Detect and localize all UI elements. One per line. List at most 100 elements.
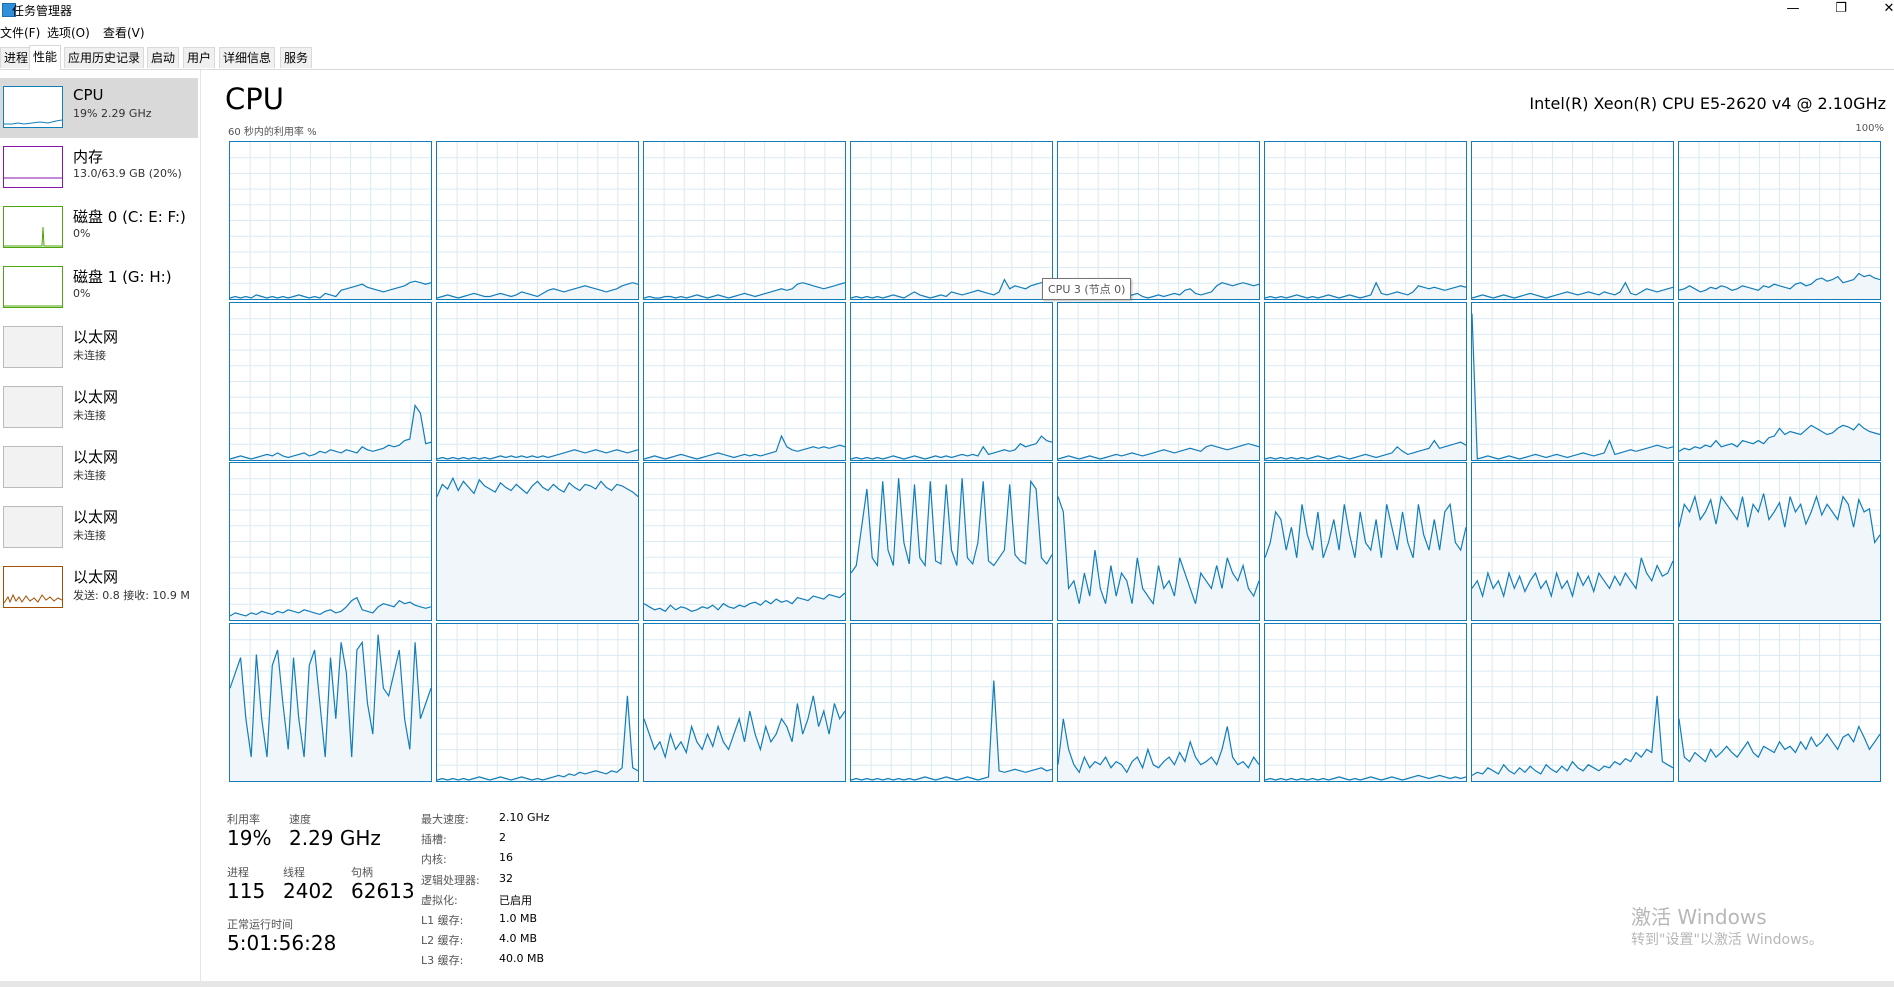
menu-file[interactable]: 文件(F) (0, 24, 40, 41)
cpu-core-graph-24[interactable] (229, 623, 432, 782)
sidebar-item-5[interactable]: 以太网 未连接 (0, 378, 198, 438)
cpu-core-graph-22[interactable] (1471, 462, 1674, 621)
core-usage-area (437, 478, 638, 620)
cpu-core-graph-25[interactable] (436, 623, 639, 782)
sidebar-thumbnail (3, 86, 63, 128)
sidebar-item-3[interactable]: 磁盘 1 (G: H:) 0% (0, 258, 198, 318)
speed-label: 速度 (289, 813, 311, 826)
close-button[interactable]: ✕ (1866, 0, 1894, 20)
spec-label: 内核: (421, 853, 447, 867)
tab-details[interactable]: 详细信息 (219, 47, 276, 68)
cpu-core-graph-13[interactable] (1264, 302, 1467, 461)
sidebar-thumbnail (3, 566, 63, 608)
sidebar-item-subtitle: 19% 2.29 GHz (73, 107, 152, 120)
cpu-core-graph-30[interactable] (1471, 623, 1674, 782)
threads-value: 2402 (283, 879, 334, 903)
spec-value: 2.10 GHz (499, 811, 550, 824)
cpu-core-graph-7[interactable] (1678, 141, 1881, 300)
cpu-core-graph-19[interactable] (850, 462, 1053, 621)
sidebar-item-subtitle: 未连接 (73, 529, 106, 542)
cpu-core-graph-21[interactable] (1264, 462, 1467, 621)
cpu-core-graph-10[interactable] (643, 302, 846, 461)
spec-label: L2 缓存: (421, 934, 464, 948)
sidebar-thumbnail (3, 386, 63, 428)
cpu-core-graph-20[interactable] (1057, 462, 1260, 621)
tab-processes[interactable]: 进程 (0, 47, 33, 68)
cpu-core-graph-4[interactable] (1057, 141, 1260, 300)
sidebar-thumbnail (3, 506, 63, 548)
handles-value: 62613 (351, 879, 415, 903)
activation-watermark-title: 激活 Windows (1631, 905, 1767, 929)
menu-options[interactable]: 选项(O) (47, 24, 90, 41)
sidebar-item-4[interactable]: 以太网 未连接 (0, 318, 198, 378)
graph-caption: 60 秒内的利用率 % (228, 127, 317, 138)
spec-label: L3 缓存: (421, 954, 464, 968)
cpu-core-graph-0[interactable] (229, 141, 432, 300)
title-bar: 任务管理器 — ❐ ✕ (0, 0, 1894, 20)
spec-value: 16 (499, 851, 513, 865)
cpu-core-graph-5[interactable] (1264, 141, 1467, 300)
tab-strip: 进程 性能 应用历史记录 启动 用户 详细信息 服务 (0, 45, 1894, 70)
maximize-button[interactable]: ❐ (1818, 0, 1864, 20)
cpu-core-graph-2[interactable] (643, 141, 846, 300)
sidebar-item-title: 以太网 (73, 508, 119, 526)
cpu-core-graph-8[interactable] (229, 302, 432, 461)
handles-label: 句柄 (351, 866, 373, 879)
spec-value: 4.0 MB (499, 932, 538, 946)
sidebar-item-8[interactable]: 以太网 发送: 0.8 接收: 10.9 M (0, 558, 198, 618)
sidebar-item-title: 以太网 (73, 448, 119, 466)
sidebar-thumbnail (3, 266, 63, 308)
sidebar-thumbnail (3, 146, 63, 188)
cpu-core-graph-15[interactable] (1678, 302, 1881, 461)
sidebar-item-title: 以太网 (73, 328, 119, 346)
cpu-core-graph-31[interactable] (1678, 623, 1881, 782)
tab-startup[interactable]: 启动 (147, 47, 180, 68)
tab-users[interactable]: 用户 (183, 47, 216, 68)
sidebar-thumbnail (3, 446, 63, 488)
sidebar-item-title: 以太网 (73, 388, 119, 406)
page-title: CPU (225, 82, 284, 116)
tab-performance[interactable]: 性能 (29, 45, 62, 70)
core-tooltip: CPU 3 (节点 0) (1042, 278, 1132, 300)
cpu-core-graph-9[interactable] (436, 302, 639, 461)
sidebar-sparkline (4, 593, 62, 604)
sidebar-item-subtitle: 13.0/63.9 GB (20%) (73, 167, 182, 180)
tab-services[interactable]: 服务 (280, 47, 313, 68)
spec-label: 插槽: (421, 833, 447, 847)
bottom-border (0, 981, 1894, 987)
cpu-core-graph-26[interactable] (643, 623, 846, 782)
uptime-label: 正常运行时间 (227, 918, 293, 931)
processes-value: 115 (227, 879, 266, 903)
sidebar-item-2[interactable]: 磁盘 0 (C: E: F:) 0% (0, 198, 198, 258)
sidebar-item-1[interactable]: 内存 13.0/63.9 GB (20%) (0, 138, 198, 198)
cpu-core-graph-28[interactable] (1057, 623, 1260, 782)
cpu-core-graph-6[interactable] (1471, 141, 1674, 300)
sidebar-item-title: 内存 (73, 148, 104, 166)
cpu-core-graph-16[interactable] (229, 462, 432, 621)
activation-watermark-hint: 转到"设置"以激活 Windows。 (1631, 932, 1823, 948)
uptime-value: 5:01:56:28 (227, 931, 337, 955)
sidebar-item-0[interactable]: CPU 19% 2.29 GHz (0, 78, 198, 138)
cpu-core-graph-29[interactable] (1264, 623, 1467, 782)
sidebar-sparkline (4, 226, 62, 247)
menu-view[interactable]: 查看(V) (103, 24, 145, 41)
cpu-core-graph-14[interactable] (1471, 302, 1674, 461)
cpu-core-graph-17[interactable] (436, 462, 639, 621)
minimize-button[interactable]: — (1770, 0, 1816, 20)
spec-value: 1.0 MB (499, 912, 538, 925)
sidebar-item-6[interactable]: 以太网 未连接 (0, 438, 198, 498)
sidebar-item-7[interactable]: 以太网 未连接 (0, 498, 198, 558)
cpu-core-graph-27[interactable] (850, 623, 1053, 782)
utilization-label: 利用率 (227, 813, 260, 826)
tab-app-history[interactable]: 应用历史记录 (64, 47, 145, 68)
cpu-core-graph-1[interactable] (436, 141, 639, 300)
sidebar-item-title: 磁盘 0 (C: E: F:) (73, 208, 186, 226)
sidebar-item-subtitle: 0% (73, 287, 91, 300)
cpu-core-graph-23[interactable] (1678, 462, 1881, 621)
cpu-core-graph-3[interactable] (850, 141, 1053, 300)
utilization-value: 19% (227, 826, 272, 850)
cpu-core-graph-12[interactable] (1057, 302, 1260, 461)
cpu-core-graph-11[interactable] (850, 302, 1053, 461)
resource-sidebar: CPU 19% 2.29 GHz 内存 13.0/63.9 GB (20%) 磁盘 0 … (0, 70, 201, 987)
cpu-core-graph-18[interactable] (643, 462, 846, 621)
